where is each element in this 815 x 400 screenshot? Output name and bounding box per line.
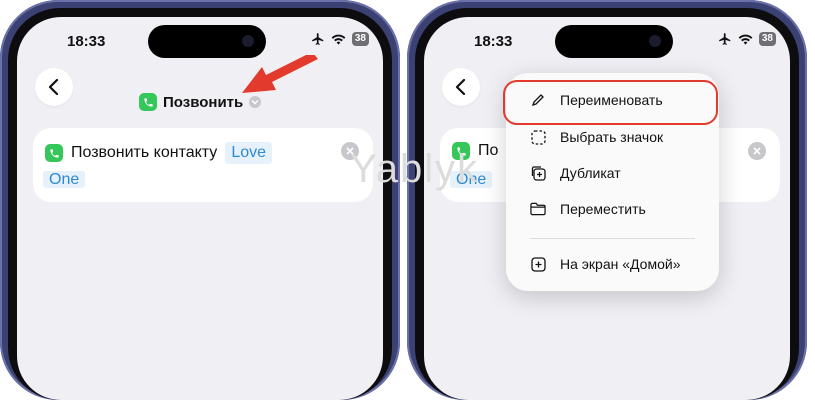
status-icons: 38 xyxy=(718,32,776,46)
close-icon xyxy=(753,147,761,155)
battery-icon: 38 xyxy=(758,32,776,46)
menu-item-label: Переместить xyxy=(560,201,646,217)
annotation-highlight xyxy=(503,80,718,125)
dynamic-island xyxy=(148,25,266,58)
battery-icon: 38 xyxy=(351,32,369,46)
menu-item-choose-icon[interactable]: Выбрать значок xyxy=(530,129,663,145)
chevron-left-icon xyxy=(48,79,59,95)
camera-icon xyxy=(649,35,661,47)
menu-item-move[interactable]: Переместить xyxy=(530,201,646,217)
menu-item-label: Дубликат xyxy=(560,165,621,181)
add-square-icon xyxy=(530,256,546,272)
back-button[interactable] xyxy=(35,68,73,106)
watermark: Yablyk xyxy=(350,147,480,191)
back-button[interactable] xyxy=(442,68,480,106)
airplane-icon xyxy=(719,33,731,45)
phone-screen-left: 18:33 38 Позвонить Позвонить контакту Lo… xyxy=(17,17,383,400)
airplane-icon xyxy=(312,33,324,45)
contact-token[interactable]: Love xyxy=(225,142,273,164)
dynamic-island xyxy=(555,25,673,58)
action-card[interactable]: Позвонить контакту Love One xyxy=(33,128,373,202)
contact-token-continued[interactable]: One xyxy=(43,171,86,188)
annotation-arrow-icon xyxy=(242,55,318,93)
phone-app-icon xyxy=(139,93,157,111)
menu-item-add-to-home[interactable]: На экран «Домой» xyxy=(530,256,680,272)
status-time: 18:33 xyxy=(474,33,513,50)
folder-icon xyxy=(530,201,546,217)
phone-app-icon xyxy=(45,144,63,162)
shortcut-title: Позвонить xyxy=(163,93,244,111)
camera-icon xyxy=(242,35,254,47)
phone-frame-left: 18:33 38 Позвонить Позвонить контакту Lo… xyxy=(0,0,400,400)
dashed-square-icon xyxy=(530,129,546,145)
wifi-icon xyxy=(738,34,753,45)
menu-divider xyxy=(530,238,695,239)
status-icons: 38 xyxy=(311,32,369,46)
menu-item-duplicate[interactable]: Дубликат xyxy=(530,165,621,181)
action-label: Позвонить контакту xyxy=(71,144,218,161)
wifi-icon xyxy=(331,34,346,45)
duplicate-icon xyxy=(530,165,546,181)
menu-item-label: На экран «Домой» xyxy=(560,256,681,272)
action-label-partial: По xyxy=(478,142,499,159)
menu-item-label: Выбрать значок xyxy=(560,129,664,145)
status-time: 18:33 xyxy=(67,33,106,50)
remove-action-button[interactable] xyxy=(748,142,766,160)
chevron-left-icon xyxy=(455,79,466,95)
